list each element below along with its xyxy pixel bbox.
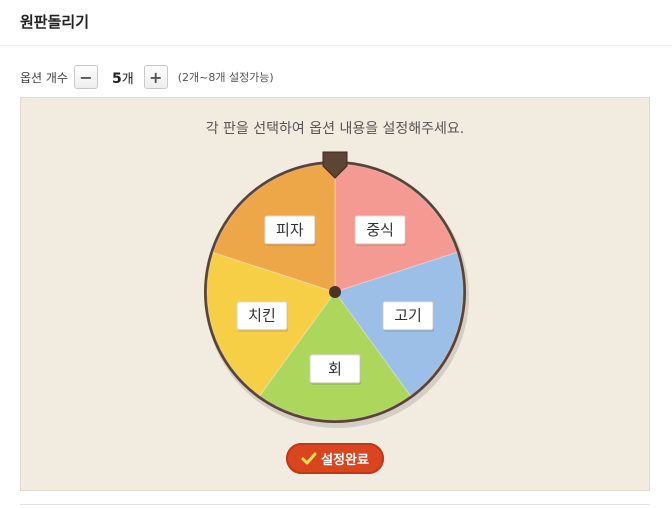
page-title: 원판돌리기 [20, 13, 90, 31]
plus-icon: + [149, 67, 163, 87]
wheel-slice-label[interactable]: 피자 [264, 215, 316, 246]
option-count-display: 5개 [112, 68, 134, 87]
page-header: 원판돌리기 [0, 0, 672, 46]
divider [20, 504, 650, 505]
wheel-slice-label[interactable]: 치킨 [236, 301, 288, 332]
svg-text:고기: 고기 [394, 307, 422, 325]
option-count-label: 옵션 개수 [20, 70, 68, 85]
option-count-row: 옵션 개수 − 5개 + (2개~8개 설정가능) [20, 64, 274, 90]
option-count-hint: (2개~8개 설정가능) [177, 71, 274, 84]
increase-button[interactable]: + [143, 65, 168, 89]
svg-text:피자: 피자 [276, 221, 304, 239]
roulette-wheel: 중식고기회 치킨 피자 [204, 151, 469, 428]
minus-icon: − [79, 67, 93, 87]
wheel-slice-label[interactable]: 고기 [382, 301, 435, 332]
option-count-value: 5 [111, 70, 122, 87]
wheel-hub [329, 286, 341, 298]
wheel-slice-label[interactable]: 중식 [354, 215, 407, 246]
done-button[interactable]: 설정완료 [286, 443, 384, 474]
wheel-board: 각 판을 선택하여 옵션 내용을 설정해주세요. 중식 고기 회 치킨 피자 설정완료 [20, 97, 650, 491]
check-icon [301, 452, 317, 466]
wheel-slice-label[interactable]: 회 [309, 354, 361, 385]
done-button-label: 설정완료 [321, 453, 369, 468]
decrease-button[interactable]: − [73, 65, 98, 89]
svg-text:중식: 중식 [366, 221, 394, 239]
svg-text:회: 회 [328, 360, 342, 378]
svg-text:치킨: 치킨 [248, 307, 276, 325]
option-count-unit: 개 [121, 71, 134, 87]
